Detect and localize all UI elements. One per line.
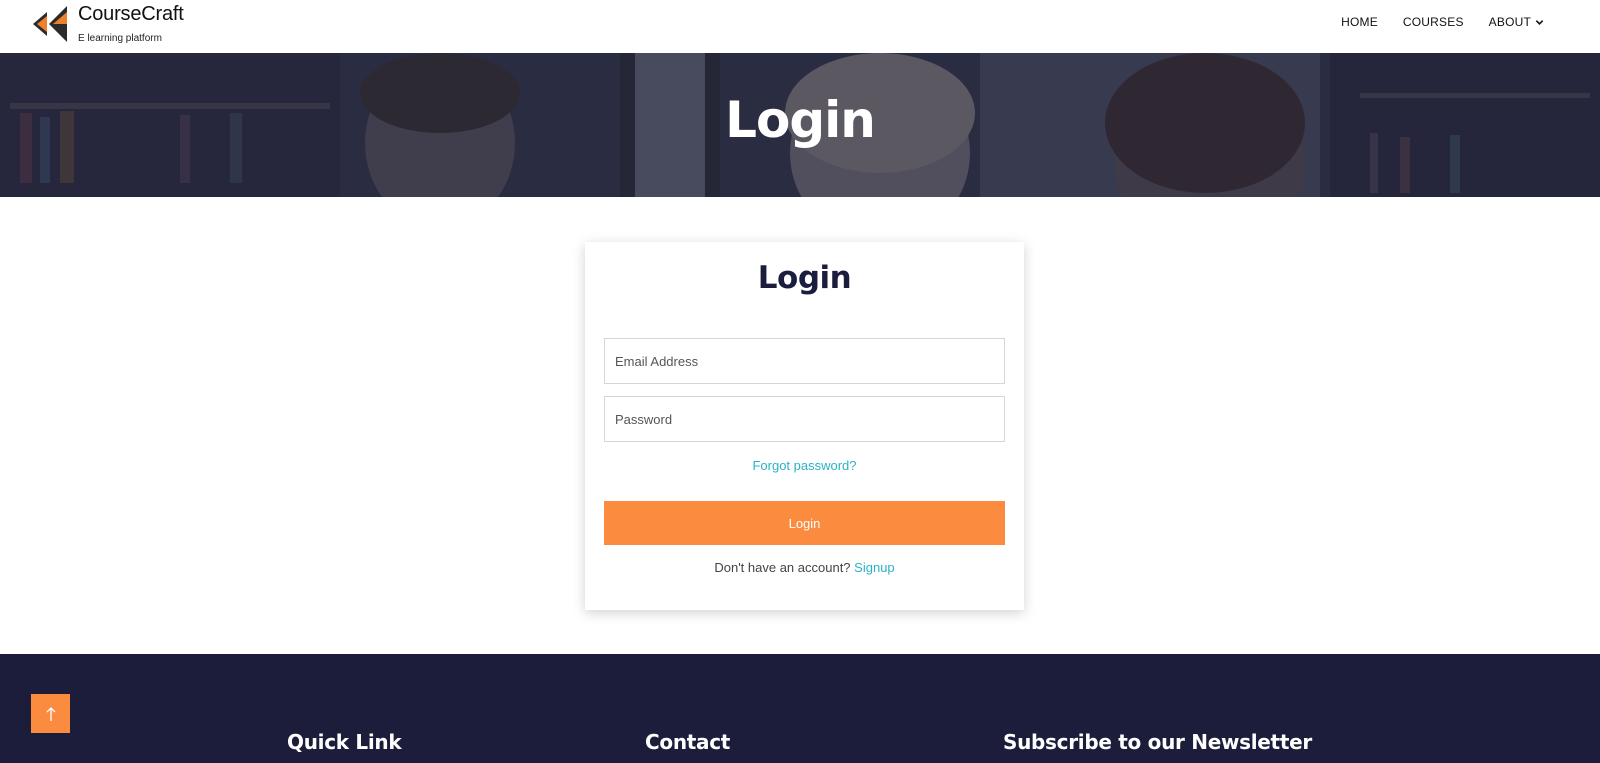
forgot-password-link[interactable]: Forgot password? (585, 458, 1024, 473)
scroll-to-top-button[interactable] (31, 694, 70, 733)
site-header: CourseCraft E learning platform HOME COU… (0, 0, 1600, 53)
chevron-down-icon (1535, 19, 1544, 25)
nav-home-label: HOME (1341, 15, 1378, 29)
nav-courses[interactable]: COURSES (1403, 15, 1464, 29)
signup-row: Don't have an account? Signup (585, 560, 1024, 575)
email-field[interactable] (604, 338, 1005, 384)
logo-icon (33, 6, 67, 42)
nav-about[interactable]: ABOUT (1489, 15, 1544, 29)
nav-about-label: ABOUT (1488, 15, 1531, 29)
site-footer: Quick Link Contact Subscribe to our News… (0, 654, 1600, 763)
login-button[interactable]: Login (604, 501, 1005, 545)
brand-logo[interactable]: CourseCraft E learning platform (33, 3, 184, 45)
footer-newsletter-heading: Subscribe to our Newsletter (1003, 730, 1312, 754)
password-field[interactable] (604, 396, 1005, 442)
nav-home[interactable]: HOME (1341, 15, 1378, 29)
arrow-up-icon (46, 706, 55, 721)
nav-courses-label: COURSES (1402, 15, 1464, 29)
footer-contact-heading: Contact (645, 730, 731, 754)
signup-prompt: Don't have an account? (714, 560, 851, 575)
hero-banner: Login (0, 53, 1600, 197)
brand-tagline: E learning platform (78, 33, 162, 44)
footer-quick-link-heading: Quick Link (287, 730, 402, 754)
login-title: Login (757, 260, 852, 296)
hero-title: Login (725, 91, 876, 149)
signup-link[interactable]: Signup (854, 560, 894, 575)
login-card: Login Forgot password? Login Don't have … (585, 242, 1024, 610)
main-nav: HOME COURSES ABOUT (1341, 15, 1544, 29)
brand-name: CourseCraft (78, 3, 184, 25)
